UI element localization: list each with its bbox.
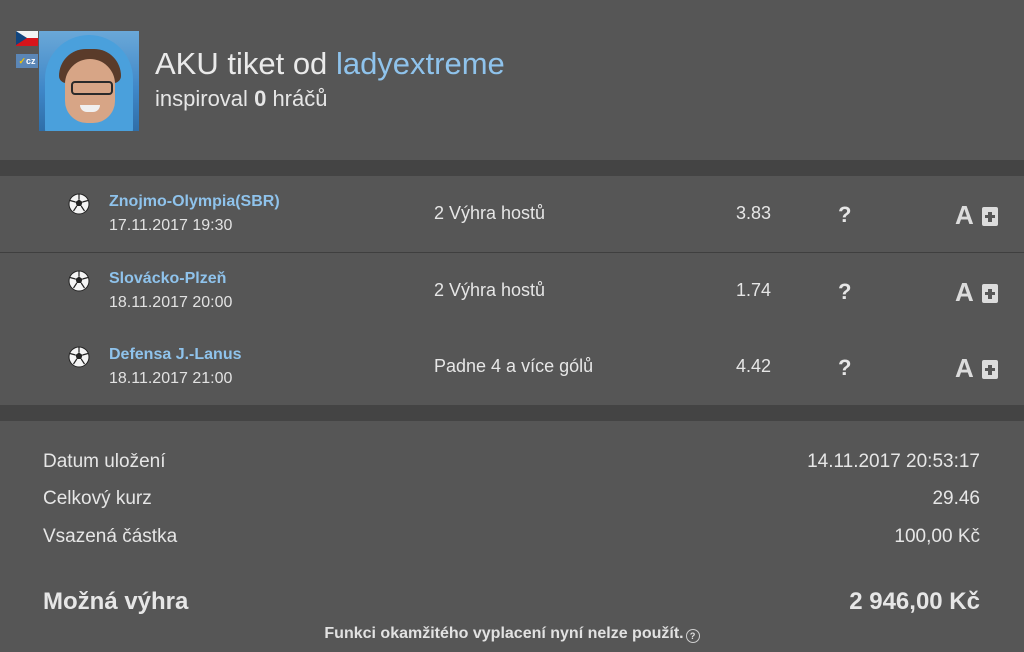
ticket-header: ✓cz AKU tiket od ladyextreme inspiroval … — [0, 0, 1024, 160]
possible-win-value: 2 946,00 Kč — [849, 588, 980, 615]
bet-odds: 4.42 — [736, 356, 772, 376]
bet-row: Defensa J.-Lanus 18.11.2017 21:00 Padne … — [0, 329, 1024, 406]
saved-date-label: Datum uložení — [43, 451, 166, 472]
stake-value: 100,00 Kč — [894, 526, 980, 547]
add-box-icon[interactable] — [982, 284, 998, 303]
bets-list: Znojmo-Olympia(SBR) 17.11.2017 19:30 2 V… — [0, 176, 1024, 406]
username-link[interactable]: ladyextreme — [336, 46, 505, 81]
separator — [0, 405, 1024, 421]
a-action-icon[interactable]: A — [955, 200, 974, 231]
match-date: 18.11.2017 21:00 — [109, 370, 233, 387]
czech-flag-icon — [16, 31, 38, 46]
user-avatar[interactable] — [39, 31, 139, 131]
add-box-icon[interactable] — [982, 360, 998, 379]
soccer-ball-icon — [68, 193, 90, 215]
question-icon[interactable]: ? — [838, 279, 851, 305]
stake-label: Vsazená částka — [43, 526, 178, 547]
title-prefix: AKU tiket od — [155, 46, 328, 81]
match-link[interactable]: Defensa J.-Lanus — [109, 346, 241, 364]
soccer-ball-icon — [68, 270, 90, 292]
add-box-icon[interactable] — [982, 207, 998, 226]
match-date: 18.11.2017 20:00 — [109, 294, 233, 311]
question-icon[interactable]: ? — [838, 355, 851, 381]
a-action-icon[interactable]: A — [955, 353, 974, 384]
inspired-suffix: hráčů — [272, 86, 328, 111]
ticket-summary: Datum uložení 14.11.2017 20:53:17 Celkov… — [0, 421, 1024, 652]
saved-date-value: 14.11.2017 20:53:17 — [807, 451, 980, 472]
bet-tip: 2 Výhra hostů — [434, 203, 546, 223]
soccer-ball-icon — [68, 346, 90, 368]
inspired-prefix: inspiroval — [155, 86, 248, 111]
total-odds-label: Celkový kurz — [43, 488, 152, 509]
ticket-title: AKU tiket od ladyextreme — [155, 46, 505, 82]
match-link[interactable]: Znojmo-Olympia(SBR) — [109, 193, 280, 211]
bet-odds: 3.83 — [736, 203, 772, 223]
country-badge: ✓cz — [16, 54, 38, 68]
possible-win-label: Možná výhra — [43, 588, 189, 615]
bet-tip: Padne 4 a více gólů — [434, 356, 594, 376]
bet-row: Znojmo-Olympia(SBR) 17.11.2017 19:30 2 V… — [0, 176, 1024, 253]
separator — [0, 160, 1024, 176]
total-odds-value: 29.46 — [932, 488, 980, 509]
inspired-count: 0 — [254, 86, 267, 111]
bet-tip: 2 Výhra hostů — [434, 280, 546, 300]
question-icon[interactable]: ? — [838, 202, 851, 228]
bet-odds: 1.74 — [736, 280, 772, 300]
match-link[interactable]: Slovácko-Plzeň — [109, 270, 226, 288]
help-icon[interactable]: ? — [685, 629, 700, 643]
a-action-icon[interactable]: A — [955, 277, 974, 308]
bet-row: Slovácko-Plzeň 18.11.2017 20:00 2 Výhra … — [0, 253, 1024, 330]
cashout-notice-text: Funkci okamžitého vyplacení nyní nelze p… — [324, 625, 684, 642]
inspired-count-text: inspiroval 0 hráčů — [155, 86, 327, 112]
cashout-notice: Funkci okamžitého vyplacení nyní nelze p… — [0, 625, 1024, 643]
match-date: 17.11.2017 19:30 — [109, 217, 233, 234]
